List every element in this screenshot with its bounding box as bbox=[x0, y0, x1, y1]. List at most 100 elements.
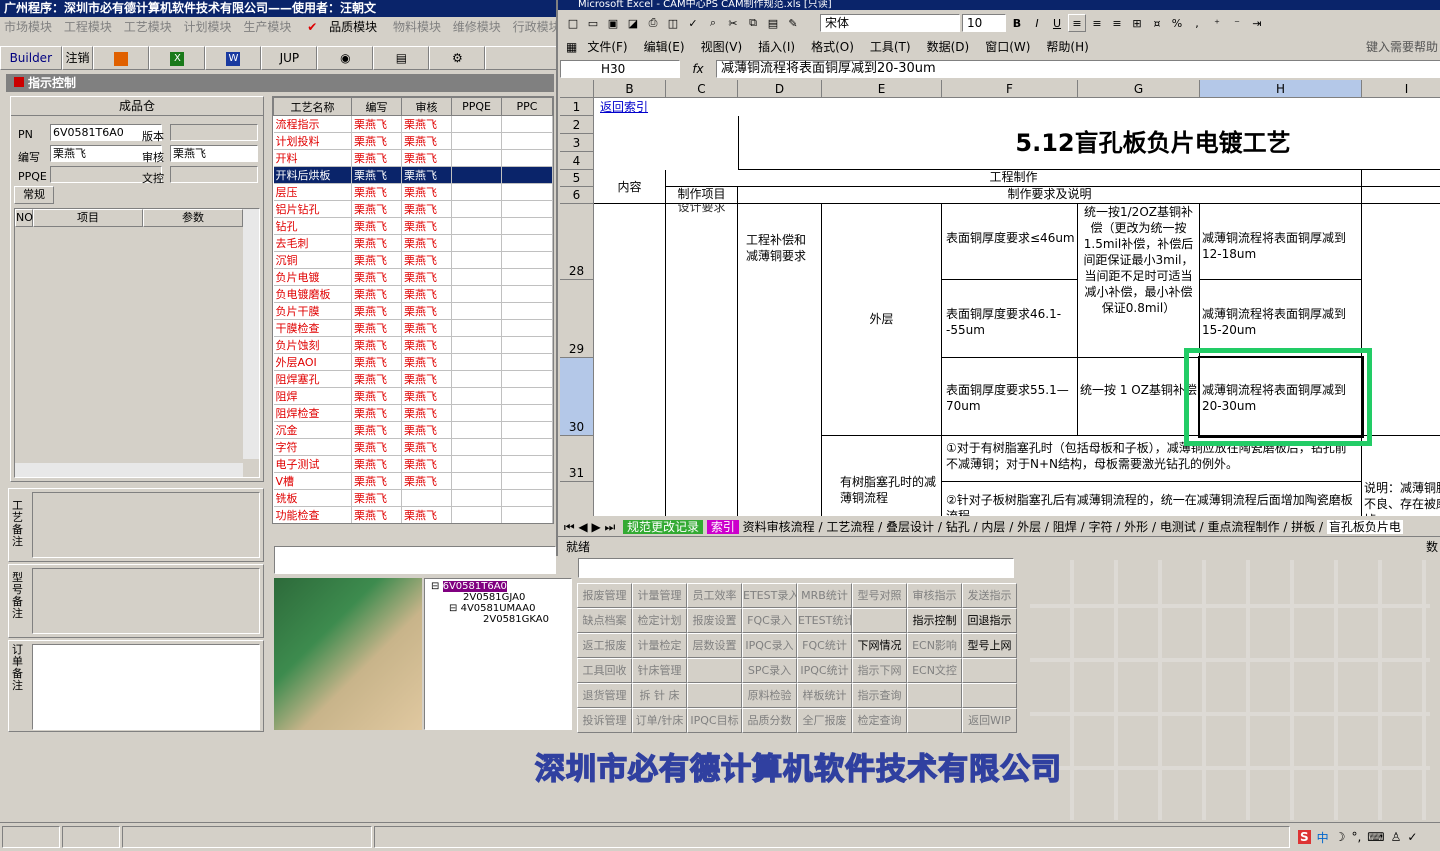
empty-cell[interactable] bbox=[501, 336, 553, 354]
writer-cell[interactable]: 栗燕飞 bbox=[351, 132, 402, 150]
research-icon[interactable]: ⌕ bbox=[704, 14, 722, 32]
writer-cell[interactable]: 栗燕飞 bbox=[351, 217, 402, 235]
empty-cell[interactable] bbox=[501, 404, 553, 422]
sheet-tab-current[interactable]: 盲孔板负片电 bbox=[1326, 520, 1403, 534]
writer-cell[interactable]: 栗燕飞 bbox=[351, 336, 402, 354]
function-button[interactable]: 报废管理 bbox=[577, 583, 632, 608]
process-row[interactable]: 沉铜 栗燕飞 栗燕飞 bbox=[273, 251, 553, 269]
function-button[interactable]: 返回WIP bbox=[962, 708, 1017, 733]
process-name-cell[interactable]: 外层AOI bbox=[273, 353, 352, 371]
menu-maintenance[interactable]: 维修模块 bbox=[453, 20, 501, 34]
formula-input[interactable]: 减薄铜流程将表面铜厚减到20-30um bbox=[716, 60, 1440, 78]
menu-plan[interactable]: 计划模块 bbox=[184, 20, 232, 34]
function-button[interactable]: 全厂报废 bbox=[797, 708, 852, 733]
process-row[interactable]: 层压 栗燕飞 栗燕飞 bbox=[273, 183, 553, 201]
empty-cell[interactable] bbox=[501, 149, 553, 167]
ppt-icon[interactable] bbox=[93, 46, 150, 70]
sheet-tab-index[interactable]: 索引 bbox=[706, 520, 739, 534]
tab-nav-icons[interactable]: ⏮ ◀ ▶ ⏭ bbox=[560, 520, 619, 534]
reviewer-cell[interactable]: 栗燕飞 bbox=[401, 166, 452, 184]
tab-general[interactable]: 常规 bbox=[14, 186, 54, 204]
merge-icon[interactable]: ⊞ bbox=[1128, 14, 1146, 32]
function-button[interactable]: 缺点档案 bbox=[577, 608, 632, 633]
empty-cell[interactable] bbox=[501, 421, 553, 439]
function-button[interactable]: 检定计划 bbox=[632, 608, 687, 633]
process-row[interactable]: 铣板 栗燕飞 bbox=[273, 489, 553, 507]
empty-cell[interactable] bbox=[451, 200, 502, 218]
empty-cell[interactable] bbox=[451, 234, 502, 252]
italic-icon[interactable]: I bbox=[1028, 14, 1046, 32]
name-box[interactable]: H30 bbox=[560, 60, 680, 78]
row-header-1[interactable]: 1 bbox=[560, 98, 594, 116]
menu-material[interactable]: 物料模块 bbox=[393, 20, 441, 34]
empty-cell[interactable] bbox=[501, 268, 553, 286]
excel-menu-help[interactable]: 帮助(H) bbox=[1046, 36, 1088, 58]
function-button[interactable] bbox=[687, 683, 742, 708]
empty-cell[interactable] bbox=[451, 268, 502, 286]
reviewer-cell[interactable]: 栗燕飞 bbox=[401, 217, 452, 235]
col-header-g[interactable]: G bbox=[1078, 80, 1200, 98]
fx-icon[interactable]: fx bbox=[680, 62, 716, 76]
function-button[interactable]: MRB统计 bbox=[797, 583, 852, 608]
preview-icon[interactable]: ◫ bbox=[664, 14, 682, 32]
col-ppc[interactable]: PPC bbox=[501, 97, 553, 116]
empty-cell[interactable] bbox=[451, 183, 502, 201]
reviewer-cell[interactable]: 栗燕飞 bbox=[401, 353, 452, 371]
process-name-cell[interactable]: 负片蚀刻 bbox=[273, 336, 352, 354]
empty-cell[interactable] bbox=[451, 336, 502, 354]
sheet-tab-panel[interactable]: 拼板 bbox=[1291, 520, 1315, 534]
function-button[interactable]: 订单/针床 bbox=[632, 708, 687, 733]
font-size-select[interactable]: 10 bbox=[962, 14, 1006, 32]
sheet-tab-drill[interactable]: 钻孔 bbox=[946, 520, 970, 534]
process-name-cell[interactable]: 开料 bbox=[273, 149, 352, 167]
align-right-icon[interactable]: ≡ bbox=[1108, 14, 1126, 32]
process-name-cell[interactable]: 计划投料 bbox=[273, 132, 352, 150]
sheet-tab-profile[interactable]: 外形 bbox=[1124, 520, 1148, 534]
row-header-2[interactable]: 2 bbox=[560, 116, 594, 134]
empty-cell[interactable] bbox=[501, 472, 553, 490]
excel-menu-view[interactable]: 视图(V) bbox=[701, 36, 743, 58]
process-name-cell[interactable]: 电子测试 bbox=[273, 455, 352, 473]
col-header-d[interactable]: D bbox=[738, 80, 822, 98]
row-header-6[interactable]: 6 bbox=[560, 187, 594, 204]
function-button[interactable]: IPQC目标 bbox=[687, 708, 742, 733]
tree-item-3[interactable]: 2V0581GKA0 bbox=[483, 614, 571, 625]
process-name-cell[interactable]: 去毛刺 bbox=[273, 234, 352, 252]
row-header-3[interactable]: 3 bbox=[560, 134, 594, 152]
process-name-cell[interactable]: 功能检查 bbox=[273, 506, 352, 523]
function-button[interactable]: 型号上网 bbox=[962, 633, 1017, 658]
percent-icon[interactable]: % bbox=[1168, 14, 1186, 32]
process-row[interactable]: 负片干膜 栗燕飞 栗燕飞 bbox=[273, 302, 553, 320]
writer-cell[interactable]: 栗燕飞 bbox=[351, 387, 402, 405]
row-header-5[interactable]: 5 bbox=[560, 170, 594, 187]
reviewer-cell[interactable]: 栗燕飞 bbox=[401, 404, 452, 422]
product-tree[interactable]: ⊟ 6V0581T6A0 2V0581GJA0 ⊟ 4V0581UMAA0 2V… bbox=[424, 578, 572, 730]
function-button[interactable]: ECN文控 bbox=[907, 658, 962, 683]
empty-cell[interactable] bbox=[451, 455, 502, 473]
row-header-29[interactable]: 29 bbox=[560, 280, 594, 358]
writer-cell[interactable]: 栗燕飞 bbox=[351, 285, 402, 303]
search-input[interactable] bbox=[578, 558, 1014, 578]
function-button[interactable]: 工具回收 bbox=[577, 658, 632, 683]
reviewer-cell[interactable]: 栗燕飞 bbox=[401, 370, 452, 388]
word-icon[interactable]: W bbox=[205, 46, 262, 70]
function-button[interactable] bbox=[962, 658, 1017, 683]
empty-cell[interactable] bbox=[451, 506, 502, 523]
col-ppqe[interactable]: PPQE bbox=[451, 97, 502, 116]
reviewer-cell[interactable]: 栗燕飞 bbox=[401, 132, 452, 150]
empty-cell[interactable] bbox=[451, 217, 502, 235]
currency-icon[interactable]: ¤ bbox=[1148, 14, 1166, 32]
process-name-cell[interactable]: 阻焊塞孔 bbox=[273, 370, 352, 388]
sheet-tab-flow[interactable]: 工艺流程 bbox=[826, 520, 874, 534]
writer-cell[interactable]: 栗燕飞 bbox=[351, 319, 402, 337]
col-header-c[interactable]: C bbox=[666, 80, 738, 98]
sheet-tab-changelog[interactable]: 规范更改记录 bbox=[622, 520, 703, 534]
writer-cell[interactable]: 栗燕飞 bbox=[351, 438, 402, 456]
model-note-field[interactable] bbox=[32, 568, 260, 634]
function-button[interactable]: 指示查询 bbox=[852, 683, 907, 708]
reviewer-cell[interactable]: 栗燕飞 bbox=[401, 149, 452, 167]
doc-field[interactable] bbox=[170, 166, 258, 183]
empty-cell[interactable] bbox=[451, 387, 502, 405]
worksheet-grid[interactable]: B C D E F G H I 1 2 3 4 5 6 28 29 30 31 … bbox=[560, 80, 1440, 516]
function-button[interactable]: 下网情况 bbox=[852, 633, 907, 658]
